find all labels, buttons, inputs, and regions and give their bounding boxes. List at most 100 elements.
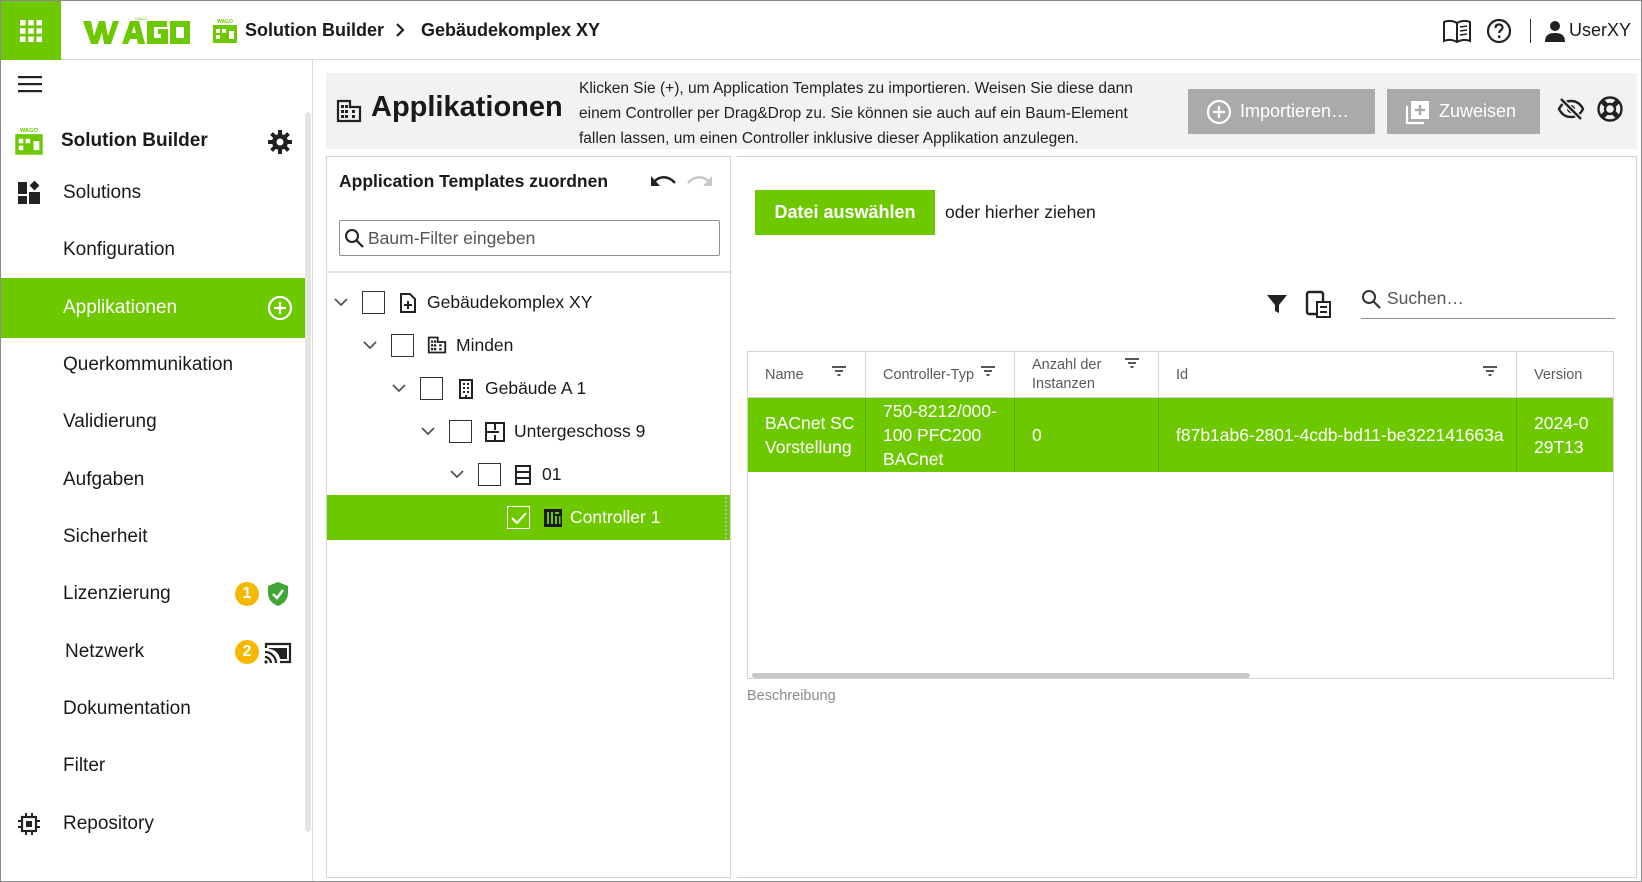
tree-node-checkbox-checked[interactable] (507, 506, 530, 529)
chevron-down-icon[interactable] (420, 423, 436, 439)
tree-node-label: 01 (542, 464, 562, 484)
sidebar-item-label: Repository (63, 813, 154, 834)
sidebar-brand-label: Solution Builder (61, 130, 208, 151)
gear-icon[interactable] (267, 129, 293, 155)
notification-badge: 1 (235, 582, 259, 606)
drop-zone-hint[interactable]: oder hierher ziehen (945, 202, 1096, 223)
breadcrumb-app-label: Solution Builder (245, 20, 384, 40)
sidebar-item-konfiguration[interactable]: Konfiguration (1, 220, 307, 280)
toolbar-divider (1529, 18, 1531, 43)
chevron-right-icon (396, 23, 405, 37)
filter-icon[interactable] (1266, 293, 1288, 315)
app-window: WAGO WAGO Solution Builder Gebäudekomple… (0, 0, 1642, 882)
sidebar-item-aufgaben[interactable]: Aufgaben (1, 450, 307, 510)
sidebar-item-querkommunikation[interactable]: Querkommunikation (1, 335, 307, 395)
tree-node-checkbox[interactable] (420, 377, 443, 400)
tree-node-01[interactable]: 01 (327, 452, 730, 497)
add-circle-icon (1206, 99, 1232, 124)
sidebar-item-solutions[interactable]: Solutions (1, 163, 307, 223)
controller-icon (544, 509, 562, 527)
column-header-anzahl-instanzen[interactable]: Anzahl der Instanzen (1015, 352, 1159, 398)
tree-filter[interactable] (339, 220, 720, 256)
sidebar-item-applikationen[interactable]: Applikationen (1, 278, 307, 338)
filter-list-icon[interactable] (831, 364, 847, 378)
column-header-label: Name (765, 366, 804, 383)
tree-node-minden[interactable]: Minden (327, 323, 730, 368)
user-menu[interactable]: UserXY (1544, 20, 1631, 42)
cast-connected-icon (264, 642, 292, 664)
divider (327, 271, 732, 273)
tree-node-untergeschoss-9[interactable]: Untergeschoss 9 (327, 409, 730, 454)
chevron-down-icon[interactable] (449, 466, 465, 482)
visibility-off-icon[interactable] (1557, 95, 1585, 123)
breadcrumb-current[interactable]: Gebäudekomplex XY (421, 1, 600, 60)
assign-button[interactable]: Zuweisen (1387, 89, 1540, 134)
tree-node-checkbox[interactable] (391, 334, 414, 357)
column-header-label: Controller-Typ (883, 366, 975, 383)
table-search-input[interactable] (1387, 288, 1597, 309)
import-button[interactable]: Importieren… (1188, 89, 1375, 134)
apps-grid-button[interactable] (1, 1, 61, 60)
svg-text:WAGO: WAGO (20, 128, 39, 134)
sidebar-scrollbar[interactable] (305, 112, 311, 832)
redo-icon[interactable] (685, 173, 713, 189)
sidebar-item-label: Validierung (63, 411, 157, 432)
column-header-name[interactable]: Name (748, 352, 866, 398)
tree-node-controller-1[interactable]: Controller 1 (327, 495, 730, 540)
column-header-label: Version (1534, 366, 1583, 383)
manual-book-icon[interactable] (1442, 19, 1472, 43)
sidebar-item-repository[interactable]: Repository (1, 794, 307, 854)
tree-node-label: Minden (456, 335, 514, 355)
sidebar-item-dokumentation[interactable]: Dokumentation (1, 679, 307, 739)
svg-text:WAGO: WAGO (135, 17, 148, 21)
check-icon (510, 511, 527, 524)
sidebar-item-sicherheit[interactable]: Sicherheit (1, 507, 307, 567)
column-header-id[interactable]: Id (1159, 352, 1517, 398)
sidebar-item-netzwerk[interactable]: Netzwerk 2 (1, 622, 307, 682)
description-label: Beschreibung (747, 688, 836, 704)
dashboard-icon (18, 181, 40, 204)
breadcrumb-app[interactable]: WAGO Solution Builder (211, 1, 384, 60)
table-row[interactable]: BACnet SC Vorstellung 750-8212/000-100 P… (748, 398, 1613, 472)
help-icon[interactable] (1486, 18, 1512, 44)
sidebar-item-label: Applikationen (63, 297, 178, 318)
lifebuoy-icon[interactable] (1596, 95, 1624, 123)
filter-list-icon[interactable] (980, 364, 996, 378)
add-circle-icon[interactable] (267, 295, 293, 321)
page-header: Applikationen Klicken Sie (+), um Applic… (326, 73, 1637, 149)
panel-resize-handle[interactable] (725, 497, 728, 539)
table-horizontal-scrollbar[interactable] (752, 673, 1250, 678)
undo-icon[interactable] (650, 173, 678, 189)
tree-node-checkbox[interactable] (362, 291, 385, 314)
sidebar-item-lizenzierung[interactable]: Lizenzierung 1 (1, 564, 307, 624)
column-header-controller-typ[interactable]: Controller-Typ (866, 352, 1015, 398)
add-to-list-icon (1405, 100, 1429, 124)
chevron-down-icon[interactable] (391, 380, 407, 396)
tree-filter-input[interactable] (368, 227, 708, 249)
tree-panel-title: Application Templates zuordnen (339, 171, 609, 191)
filter-list-icon[interactable] (1482, 364, 1498, 378)
sidebar-item-label: Netzwerk (65, 641, 145, 662)
filter-list-icon[interactable] (1124, 356, 1140, 370)
menu-icon[interactable] (17, 74, 43, 94)
apps-grid-icon (20, 19, 42, 42)
page-description: Klicken Sie (+), um Application Template… (579, 80, 1133, 147)
tree-node-gebaeudekomplex[interactable]: Gebäudekomplex XY (327, 280, 730, 325)
tree-node-label: Gebäudekomplex XY (427, 292, 593, 312)
wago-logo[interactable]: WAGO (83, 17, 191, 47)
tree-node-gebaeude-a1[interactable]: Gebäude A 1 (327, 366, 730, 411)
chevron-down-icon[interactable] (362, 337, 378, 353)
column-settings-icon[interactable] (1305, 290, 1331, 318)
table-header: Name Controller-Typ Anzahl der Instanzen… (748, 352, 1613, 398)
select-file-button[interactable]: Datei auswählen (755, 190, 935, 235)
tree-node-checkbox[interactable] (449, 420, 472, 443)
column-header-version[interactable]: Version (1517, 352, 1613, 398)
sidebar-brand[interactable]: WAGO Solution Builder (13, 123, 303, 159)
tree-node-label: Controller 1 (570, 507, 661, 527)
tree-node-label: Gebäude A 1 (485, 378, 587, 398)
tree-node-checkbox[interactable] (478, 463, 501, 486)
sidebar-item-validierung[interactable]: Validierung (1, 392, 307, 452)
sidebar-item-filter[interactable]: Filter (1, 736, 307, 796)
chevron-down-icon[interactable] (333, 294, 349, 310)
table-search[interactable] (1361, 279, 1615, 319)
